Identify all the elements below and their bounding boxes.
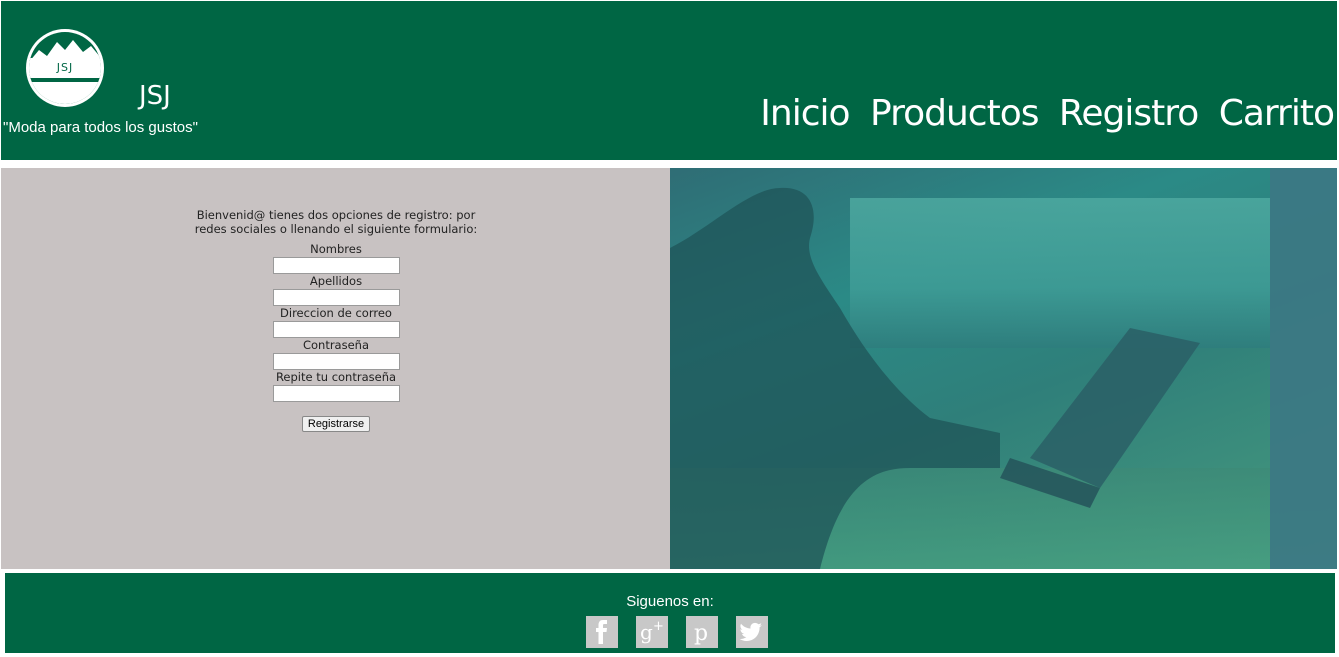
nav-productos[interactable]: Productos (870, 93, 1039, 134)
svg-text:g: g (640, 620, 653, 644)
intro-text: Bienvenid@ tienes dos opciones de regist… (194, 208, 478, 236)
registration-section: Bienvenid@ tienes dos opciones de regist… (1, 168, 1337, 569)
follow-text: Siguenos en: (626, 593, 714, 610)
nombres-input[interactable] (272, 257, 400, 274)
jsj-logo-icon[interactable]: JSJ (26, 29, 104, 107)
nav-registro[interactable]: Registro (1059, 93, 1199, 134)
svg-text:+: + (653, 619, 664, 634)
apellidos-input[interactable] (272, 289, 400, 306)
confirm-password-input[interactable] (272, 385, 400, 402)
email-input[interactable] (272, 321, 400, 338)
tagline: "Moda para todos los gustos" (3, 119, 198, 136)
site-footer: Siguenos en: g + p (5, 573, 1335, 653)
site-header: JSJ JSJ "Moda para todos los gustos" Ini… (1, 1, 1337, 160)
label-apellidos: Apellidos (309, 274, 363, 288)
nav-carrito[interactable]: Carrito (1219, 93, 1335, 134)
facebook-icon[interactable] (586, 616, 618, 648)
password-input[interactable] (272, 353, 400, 370)
label-nombres: Nombres (310, 242, 362, 256)
svg-text:p: p (694, 621, 708, 646)
twitter-icon[interactable] (736, 616, 769, 648)
label-contrasena: Contraseña (302, 338, 370, 352)
pinterest-icon[interactable]: p (686, 616, 719, 648)
registration-form: Bienvenid@ tienes dos opciones de regist… (181, 208, 491, 432)
brand-name: JSJ (139, 81, 171, 111)
social-links: g + p (586, 616, 781, 648)
label-correo: Direccion de correo (280, 306, 392, 320)
hero-image (670, 168, 1337, 569)
register-button[interactable]: Registrarse (301, 416, 371, 432)
nav-inicio[interactable]: Inicio (760, 93, 850, 134)
logo-text: JSJ (29, 58, 101, 78)
google-plus-icon[interactable]: g + (636, 616, 669, 648)
label-repite-contrasena: Repite tu contraseña (275, 370, 397, 384)
main-nav: Inicio Productos Registro Carrito (750, 93, 1335, 134)
